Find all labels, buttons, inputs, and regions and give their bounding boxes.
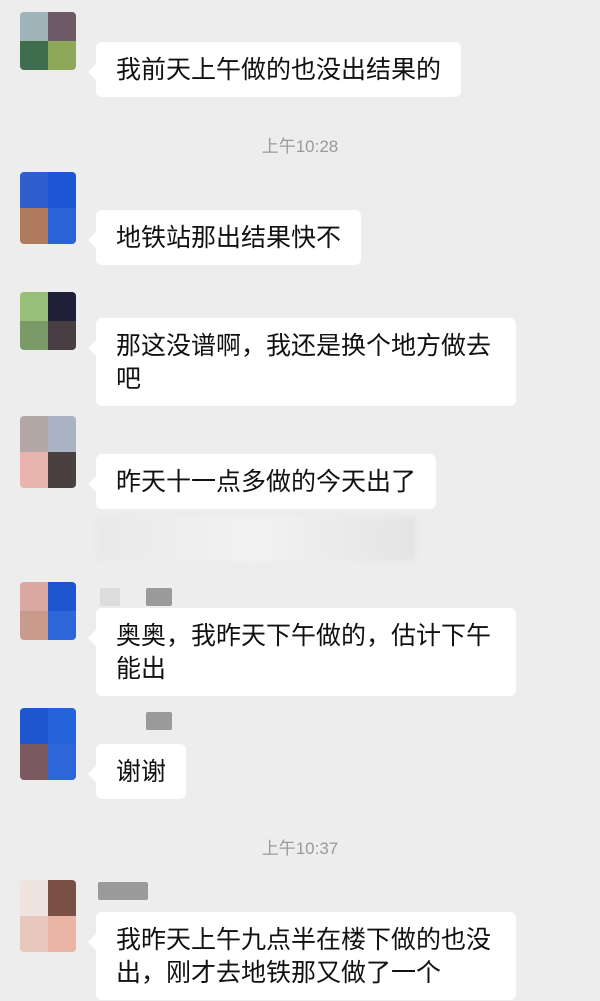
message-bubble[interactable]: 地铁站那出结果快不 <box>87 210 362 265</box>
message-bubble[interactable]: 谢谢 <box>87 744 187 799</box>
avatar[interactable] <box>20 292 76 350</box>
message-text: 我昨天上午九点半在楼下做的也没 出，刚才去地铁那又做了一个 <box>116 925 492 987</box>
avatar[interactable] <box>20 12 76 70</box>
message-bubble[interactable]: 我前天上午做的也没出结果的 <box>87 42 462 97</box>
timestamp: 上午10:37 <box>261 839 339 858</box>
sender-name-blurred <box>98 882 148 900</box>
chat-window: 我前天上午做的也没出结果的 上午10:28 地铁站那出结果快不 那这没谱啊，我还… <box>0 0 600 1001</box>
timestamp: 上午10:28 <box>261 137 339 156</box>
avatar[interactable] <box>20 708 76 780</box>
message-text: 奥奥，我昨天下午做的，估计下午 能出 <box>116 621 492 683</box>
message-bubble[interactable]: 昨天十一点多做的今天出了 <box>87 454 437 509</box>
message-bubble[interactable]: 奥奥，我昨天下午做的，估计下午 能出 <box>88 608 516 696</box>
message-bubble[interactable]: 那这没谱啊，我还是换个地方做去 吧 <box>88 318 516 406</box>
avatar[interactable] <box>20 416 76 488</box>
sender-name-blurred <box>146 712 172 730</box>
blurred-quote <box>96 517 416 561</box>
sender-name-blurred <box>146 588 172 606</box>
avatar[interactable] <box>20 880 76 952</box>
avatar[interactable] <box>20 582 76 640</box>
message-text: 那这没谱啊，我还是换个地方做去 吧 <box>116 331 492 393</box>
sender-name-blurred <box>100 588 120 606</box>
message-bubble[interactable]: 我昨天上午九点半在楼下做的也没 出，刚才去地铁那又做了一个 <box>88 912 516 1000</box>
avatar[interactable] <box>20 172 76 244</box>
